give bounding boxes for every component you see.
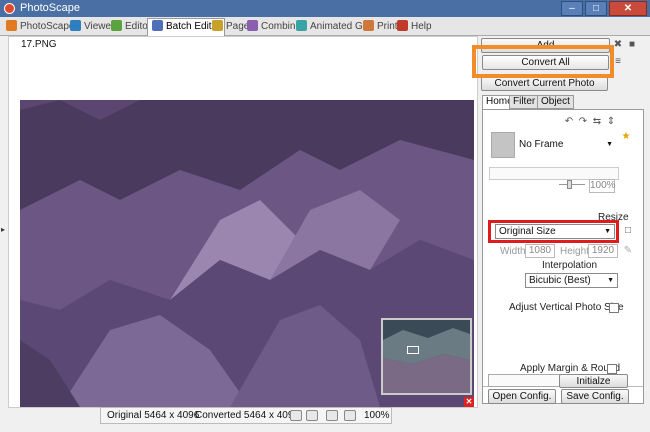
resize-highlight <box>488 220 619 243</box>
gif-icon <box>296 20 307 31</box>
tab-viewer[interactable]: Viewer <box>70 19 114 35</box>
interpolation-label: Interpolation <box>542 260 598 271</box>
maximize-button[interactable]: □ <box>585 1 607 16</box>
navigator-thumbnail[interactable] <box>381 318 472 395</box>
crop-icon[interactable]: □ <box>623 226 633 236</box>
resize-tool-icon[interactable]: ⇕ <box>606 117 616 127</box>
apply-margin-label: Apply Margin & Round <box>520 363 621 374</box>
frame-percent-field[interactable]: 100% <box>589 179 616 193</box>
tab-help[interactable]: Help <box>397 19 432 35</box>
tab-object[interactable]: Object <box>537 95 574 109</box>
tab-photoscape[interactable]: PhotoScape <box>6 19 75 35</box>
convert-all-highlight <box>472 45 614 78</box>
height-field[interactable]: 1920 <box>588 244 618 258</box>
tab-page[interactable]: Page <box>212 19 249 35</box>
margin-preview-box <box>488 374 564 387</box>
convert-current-photo-button[interactable]: Convert Current Photo <box>481 76 608 91</box>
combine-icon <box>247 20 258 31</box>
chevron-down-icon: ▼ <box>606 141 613 148</box>
width-field[interactable]: 1080 <box>525 244 555 258</box>
frame-select[interactable]: No Frame ▼ <box>516 138 616 154</box>
editor-icon <box>111 20 122 31</box>
page-icon <box>212 20 223 31</box>
title-bar: PhotoScape – □ ✕ <box>0 0 650 17</box>
main-tab-bar: PhotoScape Viewer Editor Batch Editor Pa… <box>0 17 650 36</box>
converted-size-text: Converted 5464 x 4096 <box>195 410 299 421</box>
preview-area: 17.PNG ✕ <box>8 36 478 408</box>
tab-print[interactable]: Print <box>363 19 398 35</box>
adjust-vertical-label: Adjust Vertical Photo Size <box>509 302 624 313</box>
apply-margin-checkbox[interactable] <box>607 364 617 374</box>
print-icon <box>363 20 374 31</box>
open-config-button[interactable]: Open Config. <box>488 389 556 404</box>
home-tab-content: ↶ ↷ ⇆ ⇕ No Frame ▼ ★ 100% Resize Original… <box>482 109 644 404</box>
frame-slider-handle[interactable] <box>567 180 572 189</box>
interpolation-select[interactable]: Bicubic (Best) ▼ <box>525 273 618 288</box>
photoscape-logo-icon <box>4 3 15 14</box>
help-icon <box>397 20 408 31</box>
zoom-in-icon[interactable] <box>326 410 338 421</box>
save-config-button[interactable]: Save Config. <box>561 389 629 404</box>
frame-thumbnail <box>491 132 515 158</box>
rotate-left-icon[interactable]: ↶ <box>564 117 574 127</box>
navigator-view-rect[interactable] <box>407 346 419 354</box>
frame-slider-track[interactable] <box>559 184 585 185</box>
status-bar: Original 5464 x 4096 Converted 5464 x 40… <box>100 407 392 424</box>
flip-icon[interactable]: ⇆ <box>592 117 602 127</box>
minimize-button[interactable]: – <box>561 1 583 16</box>
navigator-close-icon[interactable]: ✕ <box>464 397 474 407</box>
pencil-icon[interactable]: ✎ <box>623 246 633 256</box>
initialize-button[interactable]: Initialze <box>559 374 628 388</box>
list-icon[interactable]: ≡ <box>613 57 623 67</box>
close-button[interactable]: ✕ <box>609 1 647 16</box>
navigator-landscape <box>383 320 470 393</box>
document-filename: 17.PNG <box>21 39 57 50</box>
tab-editor[interactable]: Editor <box>111 19 151 35</box>
chevron-down-icon: ▼ <box>607 277 614 284</box>
batch-editor-icon <box>152 20 163 31</box>
adjust-vertical-checkbox[interactable] <box>609 303 619 313</box>
zoom-out-icon[interactable] <box>344 410 356 421</box>
rotate-right-icon[interactable]: ↷ <box>578 117 588 127</box>
tab-filter[interactable]: Filter <box>509 95 540 109</box>
star-icon[interactable]: ★ <box>621 132 631 142</box>
photoscape-icon <box>6 20 17 31</box>
remove-icon[interactable]: ✖ <box>613 40 623 50</box>
height-label: Height <box>560 246 589 257</box>
tab-combine[interactable]: Combine <box>247 19 301 35</box>
zoom-level: 100% <box>364 410 390 421</box>
trash-icon[interactable]: ■ <box>627 40 637 50</box>
actual-size-icon[interactable] <box>306 410 318 421</box>
viewer-icon <box>70 20 81 31</box>
fit-icon[interactable] <box>290 410 302 421</box>
original-size-text: Original 5464 x 4096 <box>107 410 200 421</box>
window-title: PhotoScape <box>20 2 80 14</box>
expand-sidebar-icon[interactable]: ▸ <box>1 225 5 234</box>
tab-animated-gif[interactable]: Animated GIF <box>296 19 372 35</box>
width-label: Width <box>500 246 526 257</box>
